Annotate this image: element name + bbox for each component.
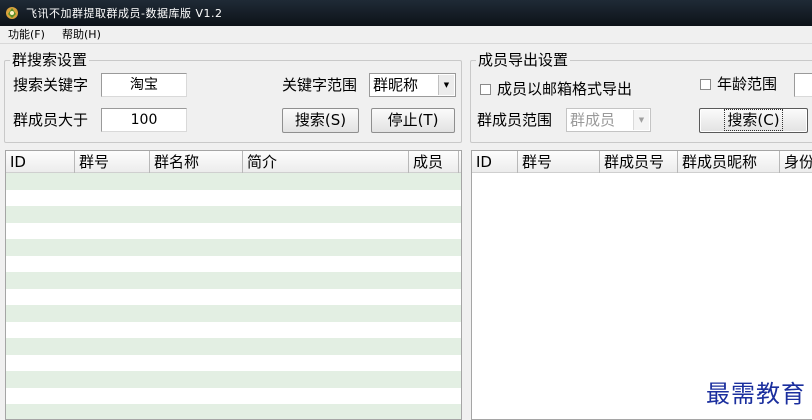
table-row[interactable] bbox=[6, 387, 461, 404]
table-row[interactable] bbox=[6, 305, 461, 322]
age-range-checkbox[interactable] bbox=[700, 79, 711, 90]
column-header-intro[interactable]: 简介 bbox=[243, 151, 409, 173]
keyword-scope-label: 关键字范围 bbox=[282, 76, 358, 94]
table-row[interactable] bbox=[6, 354, 461, 371]
keyword-scope-select[interactable]: 群昵称 ▼ bbox=[369, 73, 456, 97]
column-header-member-nickname[interactable]: 群成员昵称 bbox=[678, 151, 780, 173]
watermark: 最需教育 bbox=[706, 380, 806, 408]
table-row[interactable] bbox=[6, 272, 461, 289]
email-export-checkbox[interactable] bbox=[480, 84, 491, 95]
table-row[interactable] bbox=[6, 321, 461, 338]
group-list[interactable]: ID 群号 群名称 简介 成员 bbox=[5, 150, 462, 420]
menu-bar: 功能(F) 帮助(H) bbox=[0, 26, 812, 44]
member-list-header: ID 群号 群成员号 群成员昵称 身份 bbox=[472, 151, 812, 173]
table-row[interactable] bbox=[6, 239, 461, 256]
dropdown-arrow-icon[interactable]: ▼ bbox=[633, 110, 649, 130]
app-icon bbox=[4, 5, 20, 21]
member-export-title: 成员导出设置 bbox=[476, 51, 571, 69]
member-count-input[interactable]: 100 bbox=[101, 108, 187, 132]
column-header-group-number[interactable]: 群号 bbox=[518, 151, 600, 173]
column-header-identity[interactable]: 身份 bbox=[780, 151, 812, 173]
group-list-header: ID 群号 群名称 简介 成员 bbox=[6, 151, 461, 173]
age-range-label: 年龄范围 bbox=[717, 75, 778, 93]
table-row[interactable] bbox=[6, 288, 461, 305]
stop-button-label: 停止(T) bbox=[387, 111, 439, 129]
search-members-button[interactable]: 搜索(C) bbox=[699, 108, 808, 133]
keyword-label: 搜索关键字 bbox=[13, 76, 89, 94]
member-range-select[interactable]: 群成员 ▼ bbox=[566, 108, 651, 132]
member-range-label: 群成员范围 bbox=[477, 111, 553, 129]
window-title: 飞讯不加群提取群成员-数据库版 V1.2 bbox=[26, 7, 223, 20]
column-header-members[interactable]: 成员 bbox=[409, 151, 459, 173]
member-range-value: 群成员 bbox=[570, 111, 616, 129]
table-row[interactable] bbox=[6, 222, 461, 239]
search-groups-button[interactable]: 搜索(S) bbox=[282, 108, 359, 133]
title-bar: 飞讯不加群提取群成员-数据库版 V1.2 bbox=[0, 0, 812, 26]
table-row[interactable] bbox=[6, 371, 461, 388]
table-row[interactable] bbox=[6, 338, 461, 355]
table-row[interactable] bbox=[6, 255, 461, 272]
search-members-button-label: 搜索(C) bbox=[724, 109, 783, 131]
email-export-label: 成员以邮箱格式导出 bbox=[497, 80, 633, 98]
member-count-label: 群成员大于 bbox=[13, 111, 89, 129]
column-header-id[interactable]: ID bbox=[472, 151, 518, 173]
column-header-group-name[interactable]: 群名称 bbox=[150, 151, 243, 173]
column-header-id[interactable]: ID bbox=[6, 151, 75, 173]
stop-button[interactable]: 停止(T) bbox=[371, 108, 455, 133]
table-row[interactable] bbox=[6, 206, 461, 223]
group-search-title: 群搜索设置 bbox=[10, 51, 90, 69]
group-list-body bbox=[6, 173, 461, 419]
table-row[interactable] bbox=[6, 173, 461, 190]
menu-function[interactable]: 功能(F) bbox=[8, 28, 45, 42]
table-row[interactable] bbox=[6, 404, 461, 419]
keyword-scope-value: 群昵称 bbox=[373, 76, 419, 94]
column-header-member-number[interactable]: 群成员号 bbox=[600, 151, 678, 173]
keyword-input[interactable]: 淘宝 bbox=[101, 73, 187, 97]
column-header-group-number[interactable]: 群号 bbox=[75, 151, 150, 173]
table-row[interactable] bbox=[6, 189, 461, 206]
search-groups-button-label: 搜索(S) bbox=[294, 111, 347, 129]
age-range-input[interactable] bbox=[794, 73, 812, 97]
menu-help[interactable]: 帮助(H) bbox=[62, 28, 101, 42]
dropdown-arrow-icon[interactable]: ▼ bbox=[438, 75, 454, 95]
